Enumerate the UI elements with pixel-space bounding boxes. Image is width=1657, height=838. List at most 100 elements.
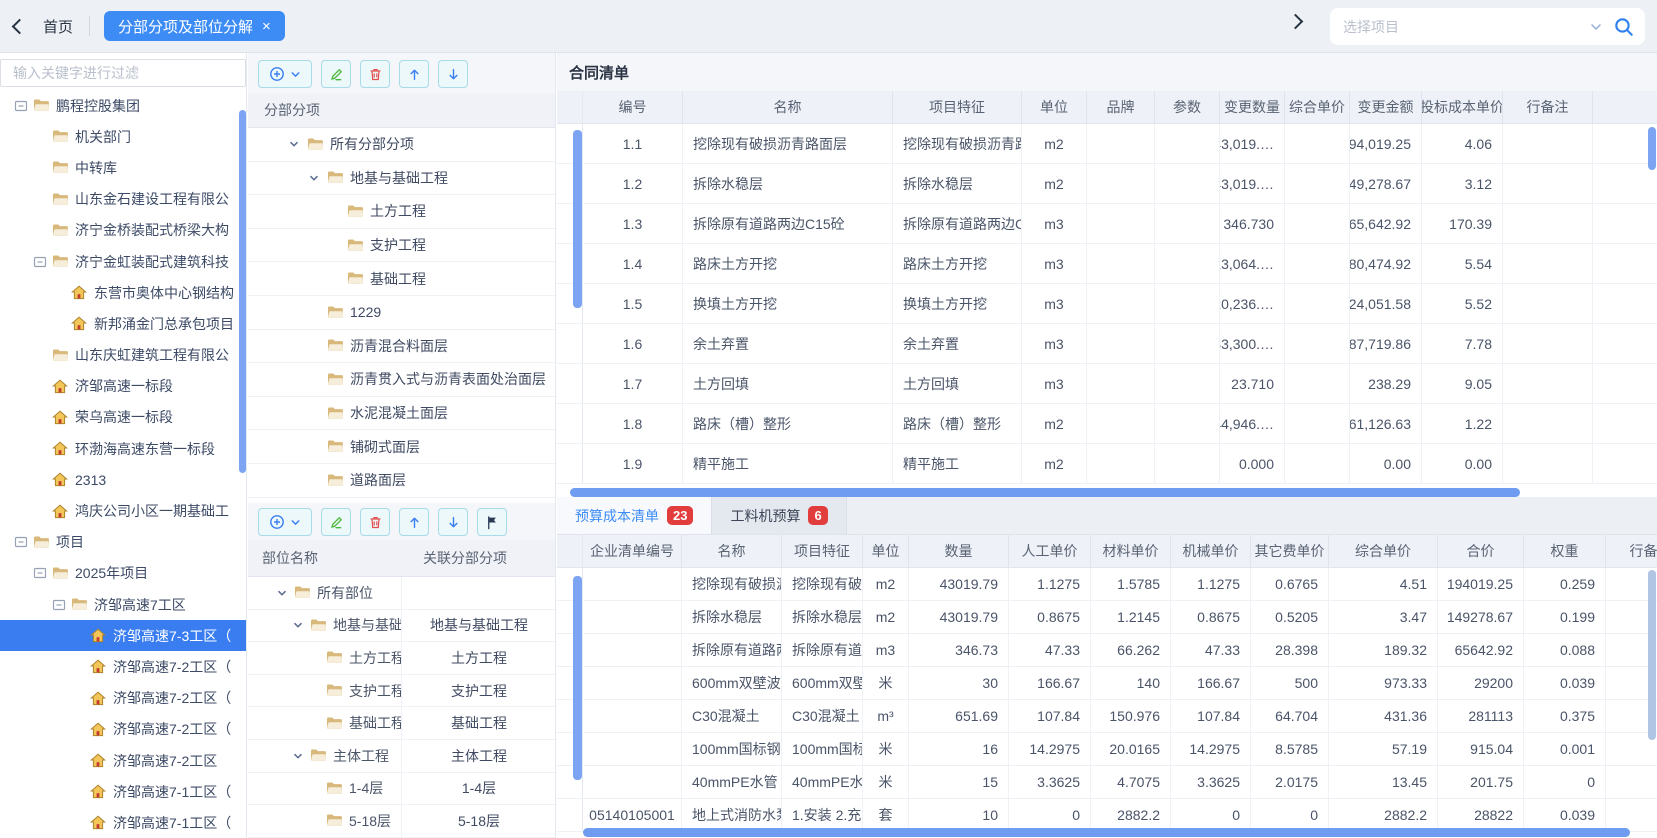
chevron-down-icon[interactable] [308,172,327,184]
project-select[interactable]: 选择项目 [1330,8,1645,45]
org-tree-item[interactable]: 济邹高速7-2工区 [0,745,246,776]
tab-close-icon[interactable]: × [262,18,271,35]
org-tree-item[interactable]: 环渤海高速东营一标段 [0,433,246,464]
budget-row[interactable]: 600mm双壁波纹管600mm双壁波纹管米30166.67140166.6750… [557,667,1657,700]
tab-division-decompose[interactable]: 分部分项及部位分解 × [104,11,285,41]
column-header[interactable]: 变更金额 [1350,91,1422,123]
org-tree-item[interactable]: 济邹高速一标段 [0,371,246,402]
org-tree-item[interactable]: 山东庆虹建筑工程有限公 [0,340,246,371]
column-header[interactable]: 综合单价 [1329,535,1438,567]
division-tree-item[interactable]: 地基与基础工程 [248,162,555,196]
column-header[interactable]: 名称 [683,91,893,123]
division-tree-item[interactable]: 水泥混凝土面层 [248,397,555,431]
contract-hscrollbar[interactable] [570,488,1520,497]
contract-right-vscrollbar[interactable] [1648,127,1656,170]
column-header[interactable]: 单位 [863,535,909,567]
edit-button[interactable] [321,508,351,536]
collapse-icon[interactable] [33,255,52,269]
column-header[interactable]: 综合单价 [1285,91,1350,123]
contract-row[interactable]: 1.5换填土方开挖换填土方开挖m320,236.…124,051.585.52 [557,284,1657,324]
parts-tree-item[interactable]: 1-4层 [248,773,402,805]
org-tree-item[interactable]: 鹏程控股集团 [0,90,246,121]
column-header[interactable]: 项目特征 [782,535,863,567]
column-header[interactable]: 企业清单编号 [583,535,682,567]
contract-row[interactable]: 1.6余土弃置余土弃置m333,300.…287,719.867.78 [557,324,1657,364]
home-link[interactable]: 首页 [43,16,73,37]
edit-button[interactable] [321,60,351,88]
parts-tree-item[interactable]: 主体工程 [248,740,402,772]
org-tree-item[interactable]: 济邹高速7-2工区（ [0,651,246,682]
parts-tree-item[interactable]: 5-18层 [248,805,402,837]
division-tree-item[interactable]: 土方工程 [248,195,555,229]
column-header[interactable]: 数量 [909,535,1009,567]
chevron-down-icon[interactable] [292,750,310,762]
column-header[interactable]: 变更数量 [1220,91,1285,123]
contract-row[interactable]: 1.2拆除水稳层拆除水稳层m243,019.…149,278.673.12 [557,164,1657,204]
budget-row[interactable]: C30混凝土C30混凝土m³651.69107.84150.976107.846… [557,700,1657,733]
org-tree-item[interactable]: 荣乌高速一标段 [0,402,246,433]
division-tree-item[interactable]: 沥青混合料面层 [248,330,555,364]
column-header[interactable]: 单位 [1022,91,1087,123]
org-tree-item[interactable]: 东营市奥体中心钢结构 [0,277,246,308]
contract-row[interactable]: 1.3拆除原有道路两边C15砼拆除原有道路两边C15砼m3346.73065,6… [557,204,1657,244]
budget-left-vscrollbar[interactable] [573,576,582,780]
tab-budget-cost-list[interactable]: 预算成本清单 23 [557,497,712,534]
org-tree-item[interactable]: 鸿庆公司小区一期基础工 [0,495,246,526]
collapse-icon[interactable] [52,598,71,612]
org-tree-item[interactable]: 山东金石建设工程有限公 [0,184,246,215]
search-icon[interactable] [1613,16,1635,38]
division-tree-item[interactable]: 沥青贯入式与沥青表面处治面层 [248,363,555,397]
column-header[interactable]: 参数 [1155,91,1220,123]
division-tree-item[interactable]: 支护工程 [248,229,555,263]
org-tree-item[interactable]: 2025年项目 [0,558,246,589]
org-tree-item[interactable]: 济宁金虹装配式建筑科技 [0,246,246,277]
budget-row[interactable]: 挖除现有破损沥青路面层挖除现有破损沥青路面层m243019.791.12751.… [557,568,1657,601]
contract-left-vscrollbar[interactable] [573,130,582,308]
column-header[interactable]: 行备注 [1606,535,1657,567]
column-header[interactable]: 编号 [583,91,683,123]
column-header[interactable]: 投标成本单价 [1422,91,1503,123]
org-tree-item[interactable]: 机关部门 [0,121,246,152]
column-header[interactable]: 合价 [1438,535,1524,567]
budget-row[interactable]: 拆除原有道路两边C15砼拆除原有道路两边C15砼m3346.7347.3366.… [557,634,1657,667]
division-tree-item[interactable]: 道路面层 [248,464,555,498]
division-tree-item[interactable]: 铺砌式面层 [248,430,555,464]
column-header[interactable]: 机械单价 [1171,535,1251,567]
chevron-down-icon[interactable] [276,587,294,599]
add-button[interactable] [258,60,312,88]
contract-row[interactable]: 1.1挖除现有破损沥青路面层挖除现有破损沥青路面层m243,019.…194,0… [557,124,1657,164]
org-tree-item[interactable]: 济邹高速7工区 [0,589,246,620]
move-up-button[interactable] [399,60,429,88]
contract-row[interactable]: 1.4路床土方开挖路床土方开挖m313,064.…80,474.925.54 [557,244,1657,284]
column-header[interactable]: 行备注 [1503,91,1593,123]
budget-row[interactable]: 拆除水稳层拆除水稳层m243019.790.86751.21450.86750.… [557,601,1657,634]
org-tree-item[interactable]: 济邹高速7-2工区（ [0,683,246,714]
division-tree-item[interactable]: 基础工程 [248,262,555,296]
add-button[interactable] [258,508,312,536]
chevron-down-icon[interactable] [292,619,310,631]
column-header[interactable]: 人工单价 [1009,535,1091,567]
budget-right-vscrollbar[interactable] [1648,570,1656,740]
contract-row[interactable]: 1.8路床（槽）整形路床（槽）整形m244,946.…61,126.631.22 [557,404,1657,444]
column-header[interactable]: 品牌 [1087,91,1155,123]
collapse-icon[interactable] [14,99,33,113]
flag-button[interactable] [477,508,507,536]
org-tree-item[interactable]: 济邹高速7-2工区（ [0,714,246,745]
column-header[interactable]: 名称 [682,535,782,567]
contract-row[interactable]: 1.9精平施工精平施工m20.0000.000.00 [557,444,1657,484]
delete-button[interactable] [360,60,390,88]
collapse-icon[interactable] [33,566,52,580]
org-tree-item[interactable]: 济邹高速7-1工区（ [0,807,246,838]
column-header[interactable]: 权重 [1524,535,1606,567]
budget-row[interactable]: 40mmPE水管40mmPE水管米153.36254.70753.36252.0… [557,766,1657,799]
budget-row[interactable]: 100mm国标钢管100mm国标钢管米1614.297520.016514.29… [557,733,1657,766]
org-tree-item[interactable]: 济邹高速7-3工区（ [0,620,246,651]
chevron-down-icon[interactable] [288,138,307,150]
org-tree-item[interactable]: 济宁金桥装配式桥梁大构 [0,215,246,246]
move-down-button[interactable] [438,508,468,536]
parts-tree-item[interactable]: 基础工程 [248,707,402,739]
parts-tree-item[interactable]: 土方工程 [248,642,402,674]
move-down-button[interactable] [438,60,468,88]
parts-tree-item[interactable]: 支护工程 [248,675,402,707]
back-icon[interactable] [12,18,28,34]
